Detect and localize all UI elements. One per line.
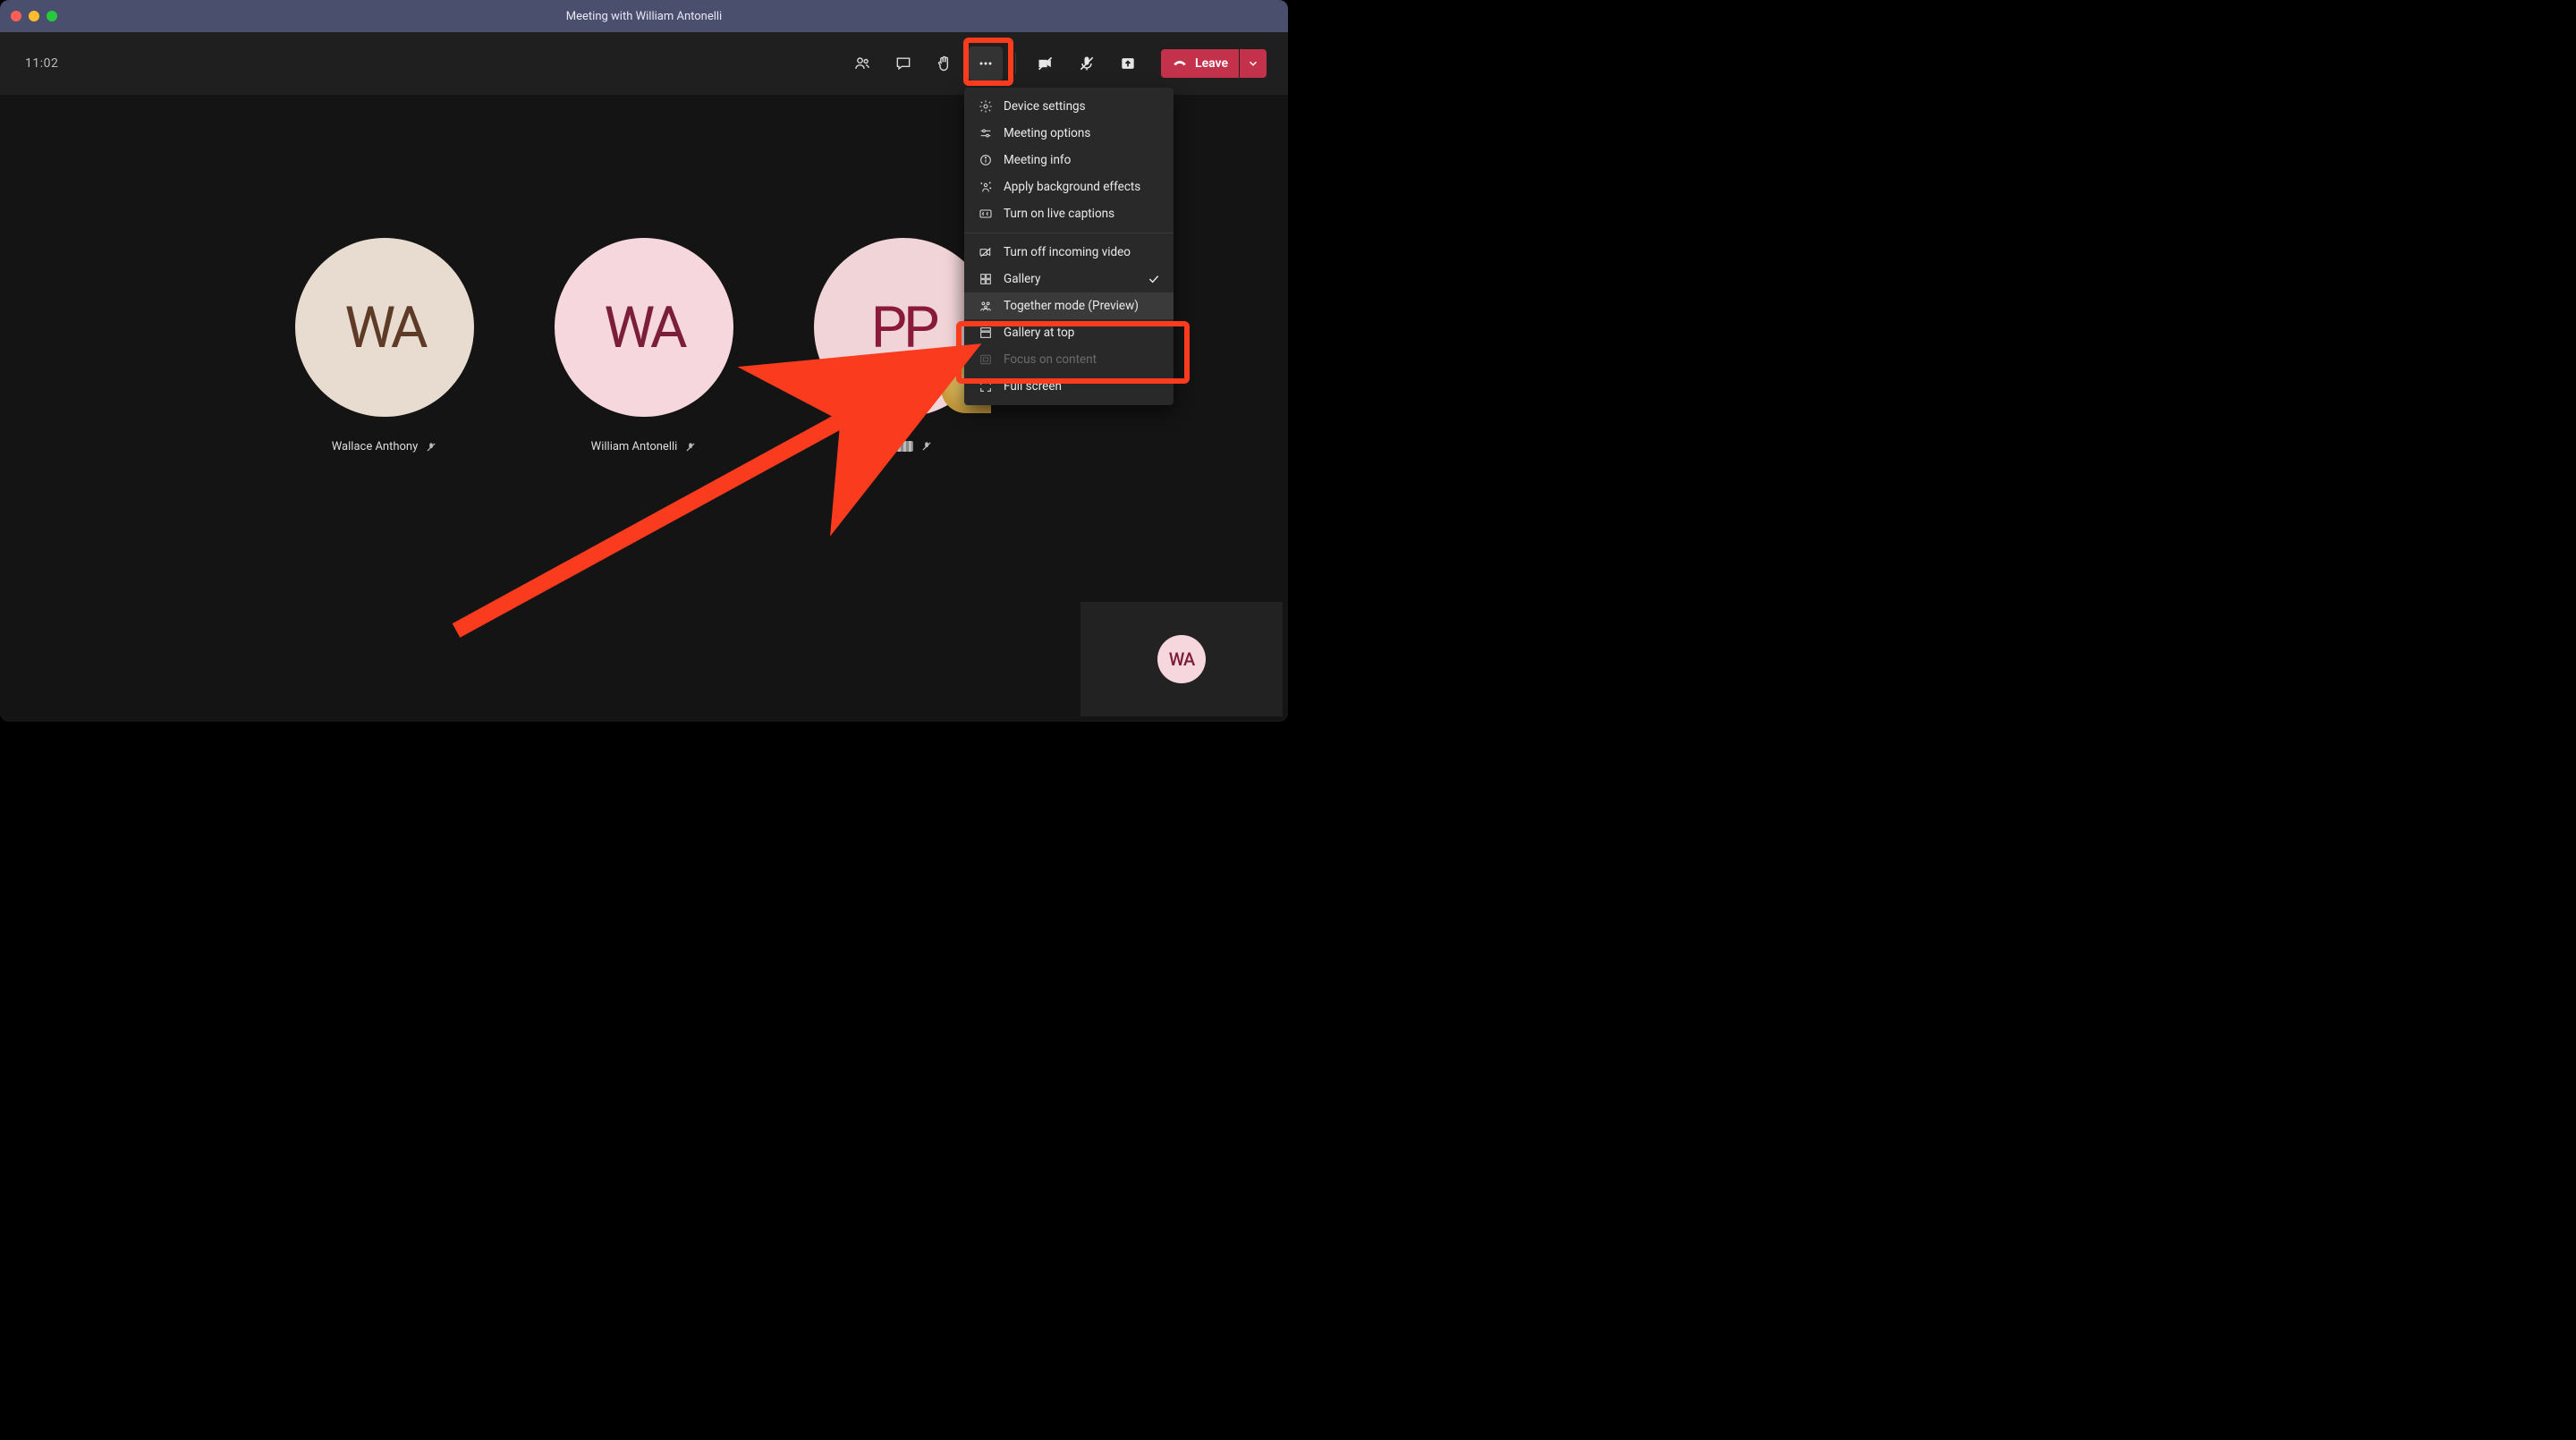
raise-hand-icon [936, 55, 953, 72]
participant-name: Wallace Anthony [332, 440, 419, 453]
avatar: WA [1157, 635, 1206, 683]
mic-off-icon [1078, 55, 1096, 72]
hang-up-icon [1172, 55, 1188, 72]
menu-item-meeting-options[interactable]: Meeting options [964, 120, 1174, 147]
meeting-timer: 11:02 [25, 56, 58, 71]
menu-item-label: Turn on live captions [1004, 207, 1114, 221]
leave-button-label: Leave [1195, 56, 1228, 71]
chevron-down-icon [1247, 57, 1259, 70]
menu-item-gallery-at-top[interactable]: Gallery at top [964, 319, 1174, 346]
gallery-top-icon [979, 326, 993, 340]
participant-tile[interactable]: WA Wallace Anthony [295, 238, 474, 453]
meeting-toolbar: 11:02 [0, 32, 1288, 95]
mic-muted-icon [425, 441, 437, 453]
menu-item-label: Meeting options [1004, 126, 1090, 140]
menu-item-label: Together mode (Preview) [1004, 299, 1139, 313]
grid-icon [979, 272, 993, 286]
checkmark-icon [1147, 272, 1161, 286]
window-title: Meeting with William Antonelli [0, 10, 1288, 23]
share-icon [1119, 55, 1137, 72]
menu-item-full-screen[interactable]: Full screen [964, 373, 1174, 400]
more-actions-button[interactable] [969, 47, 1003, 80]
zoom-window-button[interactable] [47, 11, 57, 21]
menu-item-label: Meeting info [1004, 153, 1071, 167]
toolbar-separator [1015, 53, 1016, 74]
fullscreen-icon [979, 379, 993, 394]
sparkle-icon [979, 180, 993, 194]
avatar-initials: PP [871, 294, 936, 361]
video-off-icon [979, 245, 993, 259]
avatar-initials: WA [604, 294, 683, 361]
window-controls [11, 11, 57, 21]
chat-button[interactable] [886, 47, 920, 80]
avatar: WA [295, 238, 474, 417]
cc-icon [979, 207, 993, 221]
people-icon [979, 299, 993, 313]
menu-item-label: Gallery at top [1004, 326, 1074, 340]
menu-item-label: Focus on content [1004, 352, 1097, 367]
menu-item-label: Full screen [1004, 379, 1062, 394]
menu-item-turn-off-incoming-video[interactable]: Turn off incoming video [964, 239, 1174, 266]
menu-item-live-captions[interactable]: Turn on live captions [964, 200, 1174, 227]
camera-off-icon [1037, 55, 1055, 72]
menu-item-label: Turn off incoming video [1004, 245, 1131, 259]
mic-muted-icon [920, 440, 933, 453]
share-screen-button[interactable] [1111, 47, 1145, 80]
leave-options-button[interactable] [1240, 49, 1267, 78]
more-actions-menu: Device settings Meeting options Meeting … [964, 88, 1174, 405]
raise-hand-button[interactable] [928, 47, 962, 80]
mic-toggle-button[interactable] [1070, 47, 1104, 80]
app-window: Meeting with William Antonelli 11:02 [0, 0, 1288, 722]
menu-item-meeting-info[interactable]: Meeting info [964, 147, 1174, 174]
menu-item-background-effects[interactable]: Apply background effects [964, 174, 1174, 200]
menu-item-device-settings[interactable]: Device settings [964, 93, 1174, 120]
participants-button[interactable] [845, 47, 879, 80]
participant-tile[interactable]: WA William Antonelli [555, 238, 733, 453]
sliders-icon [979, 126, 993, 140]
info-icon [979, 153, 993, 167]
avatar-initials: WA [1169, 648, 1194, 670]
avatar: WA [555, 238, 733, 417]
people-icon [853, 55, 871, 72]
gear-icon [979, 99, 993, 114]
menu-item-label: Gallery [1004, 272, 1040, 286]
titlebar: Meeting with William Antonelli [0, 0, 1288, 32]
participant-name-row: William Antonelli [591, 440, 698, 453]
participant-name: William Antonelli [591, 440, 678, 453]
participant-name-redacted [874, 441, 913, 452]
participant-name-row [874, 440, 933, 453]
mic-muted-icon [684, 441, 697, 453]
menu-item-together-mode[interactable]: Together mode (Preview) [964, 292, 1174, 319]
menu-item-label: Device settings [1004, 99, 1086, 114]
self-view[interactable]: WA [1080, 602, 1283, 716]
chat-icon [894, 55, 912, 72]
menu-item-focus-on-content: Focus on content [964, 346, 1174, 373]
ellipsis-icon [977, 55, 995, 72]
leave-button[interactable]: Leave [1161, 49, 1239, 78]
participant-name-row: Wallace Anthony [332, 440, 438, 453]
leave-button-group: Leave [1161, 49, 1267, 78]
menu-item-label: Apply background effects [1004, 180, 1140, 194]
close-window-button[interactable] [11, 11, 21, 21]
minimize-window-button[interactable] [29, 11, 39, 21]
camera-toggle-button[interactable] [1029, 47, 1063, 80]
menu-item-gallery[interactable]: Gallery [964, 266, 1174, 292]
focus-icon [979, 352, 993, 367]
avatar-initials: WA [344, 294, 424, 361]
